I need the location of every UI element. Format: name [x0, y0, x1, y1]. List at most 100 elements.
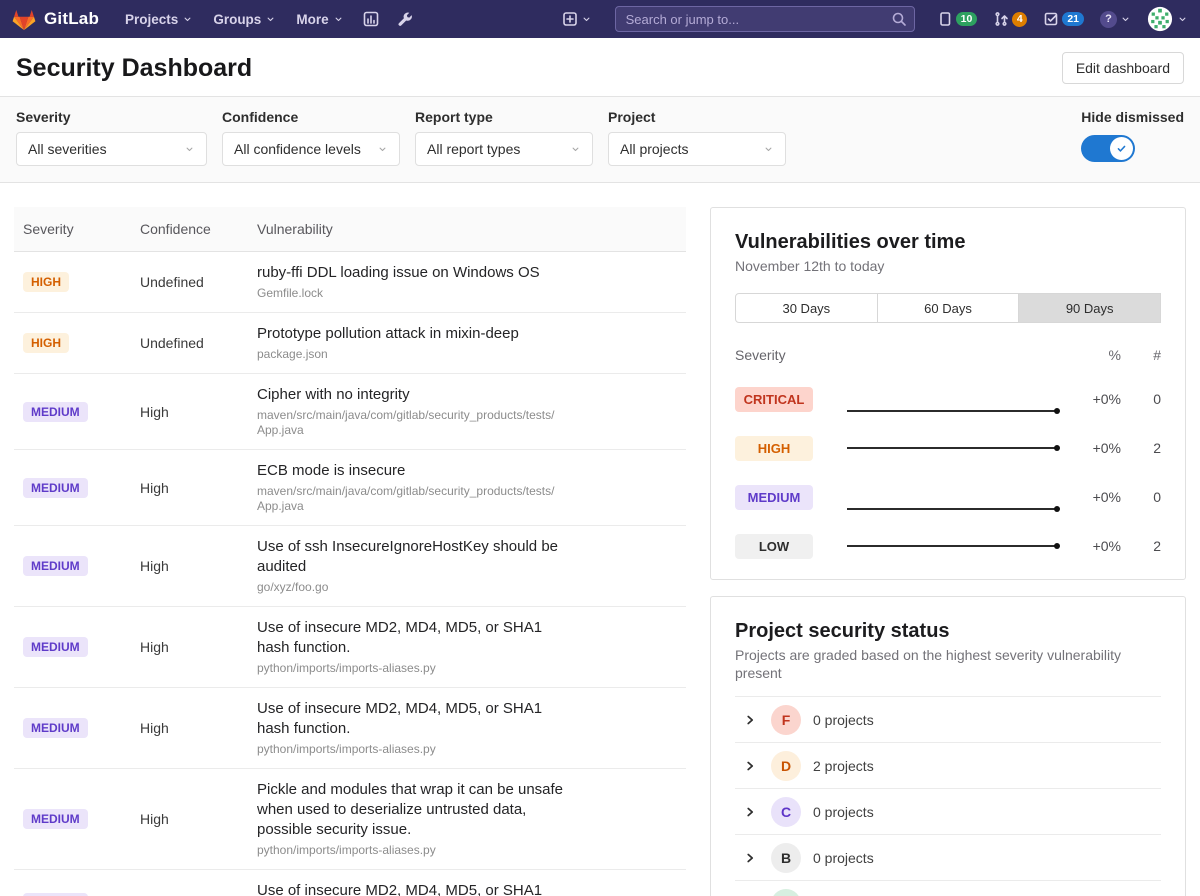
grade-row[interactable]: C 0 projects [735, 788, 1161, 834]
filter-dropdown[interactable]: All confidence levels [222, 132, 400, 166]
top-navbar: GitLab Projects Groups More [0, 0, 1200, 38]
table-header-row: Severity Confidence Vulnerability [14, 207, 686, 252]
day-range-button[interactable]: 30 Days [735, 293, 878, 323]
filter-dropdown[interactable]: All projects [608, 132, 786, 166]
grade-row[interactable]: D 2 projects [735, 742, 1161, 788]
sparkline-line [847, 447, 1059, 449]
vulnerability-list: Severity Confidence Vulnerability HIGH U… [14, 207, 686, 896]
trend-count: 0 [1131, 489, 1161, 505]
severity-trend-row: LOW +0% 2 [735, 533, 1161, 559]
search-input[interactable] [615, 6, 915, 32]
spark-header-count: # [1131, 347, 1161, 363]
severity-chip: MEDIUM [735, 485, 813, 510]
trend-count: 2 [1131, 440, 1161, 456]
edit-dashboard-button[interactable]: Edit dashboard [1062, 52, 1184, 84]
user-avatar [1147, 6, 1173, 32]
nav-menu-item[interactable]: Groups [213, 12, 276, 27]
filter-group: Report type All report types [415, 109, 593, 166]
trend-percent: +0% [1071, 538, 1121, 554]
severity-trend-row: MEDIUM +0% 0 [735, 484, 1161, 510]
right-column: Vulnerabilities over time November 12th … [710, 207, 1186, 896]
file-path: Gemfile.lock [257, 286, 562, 301]
grade-row[interactable]: B 0 projects [735, 834, 1161, 880]
day-range-button[interactable]: 90 Days [1019, 293, 1161, 323]
main-content: Severity Confidence Vulnerability HIGH U… [0, 183, 1200, 896]
filter-label: Severity [16, 109, 207, 125]
vulnerability-title: ruby-ffi DDL loading issue on Windows OS [257, 263, 572, 283]
tanuki-logo-icon [12, 8, 36, 31]
severity-badge: MEDIUM [23, 893, 88, 896]
vulnerability-row[interactable]: MEDIUM High Use of ssh InsecureIgnoreHos… [14, 526, 686, 607]
grade-list: F 0 projects D 2 projects C [735, 696, 1161, 896]
project-security-status-card: Project security status Projects are gra… [710, 596, 1186, 896]
grade-badge: F [771, 705, 801, 735]
filter-label: Project [608, 109, 786, 125]
severity-chip: CRITICAL [735, 387, 813, 412]
new-menu-button[interactable] [562, 11, 592, 27]
vulnerability-row[interactable]: MEDIUM High Pickle and modules that wrap… [14, 769, 686, 870]
card-subtitle: Projects are graded based on the highest… [735, 646, 1161, 682]
vulnerability-title: Pickle and modules that wrap it can be u… [257, 780, 572, 840]
help-menu-button[interactable]: ? [1100, 11, 1131, 28]
grade-project-count: 0 projects [813, 712, 874, 728]
severity-chip: HIGH [735, 436, 813, 461]
sparkline-end-dot [1054, 543, 1060, 549]
grade-badge: B [771, 843, 801, 873]
hide-dismissed-toggle[interactable] [1081, 135, 1135, 162]
vulnerability-row[interactable]: MEDIUM High ECB mode is insecure maven/s… [14, 450, 686, 526]
trend-count: 0 [1131, 391, 1161, 407]
spark-header-percent: % [1071, 347, 1121, 363]
navbar-right: 10 4 21 ? [553, 6, 1188, 32]
column-header-severity: Severity [14, 207, 131, 251]
severity-badge: MEDIUM [23, 556, 88, 576]
day-range-button[interactable]: 60 Days [878, 293, 1020, 323]
vulnerability-row[interactable]: MEDIUM High Use of insecure MD2, MD4, MD… [14, 688, 686, 769]
vulnerabilities-over-time-card: Vulnerabilities over time November 12th … [710, 207, 1186, 580]
nav-menu-item[interactable]: More [296, 12, 343, 27]
grade-row[interactable]: A 0 projects [735, 880, 1161, 896]
filter-bar: Severity All severities Confidence All c… [0, 96, 1200, 183]
chevron-right-icon [743, 713, 757, 727]
sparkline-end-dot [1054, 445, 1060, 451]
severity-badge: MEDIUM [23, 478, 88, 498]
gitlab-home-link[interactable]: GitLab [12, 8, 99, 31]
admin-wrench-icon[interactable] [397, 11, 413, 27]
severity-trend-row: HIGH +0% 2 [735, 435, 1161, 461]
issues-button[interactable]: 10 [937, 11, 978, 27]
filter-selected-value: All report types [427, 141, 520, 157]
vulnerability-title: Use of insecure MD2, MD4, MD5, or SHA1 h… [257, 618, 572, 658]
plus-square-icon [562, 11, 578, 27]
filter-group: Project All projects [608, 109, 786, 166]
filter-dropdown[interactable]: All report types [415, 132, 593, 166]
vulnerability-row[interactable]: HIGH Undefined Prototype pollution attac… [14, 313, 686, 374]
severity-badge: MEDIUM [23, 637, 88, 657]
navbar-left: GitLab Projects Groups More [12, 8, 422, 31]
nav-menu-item[interactable]: Projects [125, 12, 193, 27]
card-title: Project security status [735, 619, 1161, 643]
spark-header-row: Severity % # [735, 347, 1161, 363]
issues-icon [937, 11, 953, 27]
confidence-value: High [131, 811, 248, 827]
confidence-value: High [131, 639, 248, 655]
vulnerability-row[interactable]: MEDIUM High Use of insecure MD2, MD4, MD… [14, 607, 686, 688]
todos-button[interactable]: 21 [1043, 11, 1084, 27]
analytics-chart-icon[interactable] [363, 11, 379, 27]
vulnerability-row[interactable]: HIGH Undefined ruby-ffi DDL loading issu… [14, 252, 686, 313]
issues-count-badge: 10 [956, 12, 978, 26]
severity-badge: HIGH [23, 333, 69, 353]
user-menu-button[interactable] [1147, 6, 1188, 32]
vulnerability-title: Prototype pollution attack in mixin-deep [257, 324, 572, 344]
vulnerability-title: Use of insecure MD2, MD4, MD5, or SHA1 h… [257, 881, 572, 896]
filter-dropdown[interactable]: All severities [16, 132, 207, 166]
filter-selected-value: All severities [28, 141, 107, 157]
vulnerability-title: Cipher with no integrity [257, 385, 572, 405]
merge-request-icon [993, 11, 1009, 27]
vulnerability-row[interactable]: MEDIUM High Use of insecure MD2, MD4, MD… [14, 870, 686, 896]
search-icon [891, 11, 907, 27]
chevron-down-icon [333, 14, 344, 25]
grade-row[interactable]: F 0 projects [735, 696, 1161, 742]
chevron-down-icon [763, 144, 774, 155]
merge-requests-button[interactable]: 4 [993, 11, 1027, 27]
vulnerability-row[interactable]: MEDIUM High Cipher with no integrity mav… [14, 374, 686, 450]
confidence-value: High [131, 558, 248, 574]
